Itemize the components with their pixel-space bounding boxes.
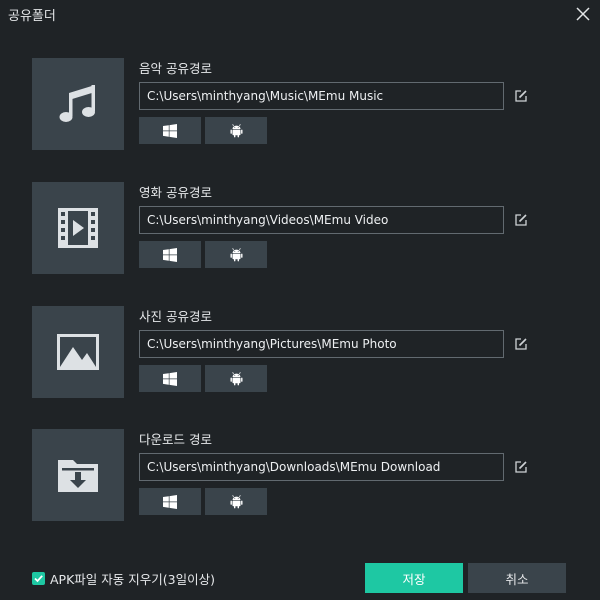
save-button[interactable]: 저장 [365, 563, 463, 593]
music-open-android-button[interactable] [205, 117, 267, 144]
android-icon [230, 123, 242, 137]
auto-delete-apk-label: APK파일 자동 지우기(3일이상) [50, 571, 215, 587]
auto-delete-apk-option[interactable]: APK파일 자동 지우기(3일이상) [32, 570, 215, 587]
close-icon[interactable] [574, 5, 592, 23]
download-open-windows-button[interactable] [139, 488, 201, 515]
photo-path-input[interactable] [139, 330, 504, 358]
video-open-android-button[interactable] [205, 241, 267, 268]
film-play-icon [58, 208, 98, 248]
android-icon [230, 371, 242, 385]
windows-icon [163, 371, 177, 386]
video-thumbnail [32, 182, 124, 274]
video-section-label: 영화 공유경로 [139, 185, 212, 200]
music-thumbnail [32, 58, 124, 150]
download-section-label: 다운로드 경로 [139, 432, 212, 447]
title-bar: 공유폴더 [0, 0, 600, 32]
cancel-button[interactable]: 취소 [468, 563, 566, 593]
music-note-icon [59, 85, 95, 122]
download-open-android-button[interactable] [205, 488, 267, 515]
music-edit-icon[interactable] [514, 88, 528, 102]
video-path-input[interactable] [139, 206, 504, 234]
checkmark-icon [34, 574, 43, 582]
photo-open-android-button[interactable] [205, 365, 267, 392]
landscape-image-icon [57, 334, 99, 370]
photo-open-windows-button[interactable] [139, 365, 201, 392]
photo-edit-icon[interactable] [514, 336, 528, 350]
download-thumbnail [32, 429, 124, 521]
android-icon [230, 247, 242, 261]
music-section-label: 음악 공유경로 [139, 61, 212, 76]
android-icon [230, 494, 242, 508]
music-open-windows-button[interactable] [139, 117, 201, 144]
photo-section-label: 사진 공유경로 [139, 309, 212, 324]
video-open-windows-button[interactable] [139, 241, 201, 268]
windows-icon [163, 494, 177, 509]
folder-download-icon [58, 460, 98, 492]
video-edit-icon[interactable] [514, 212, 528, 226]
download-path-input[interactable] [139, 453, 504, 481]
video-share-section: 영화 공유경로 [32, 182, 572, 274]
photo-share-section: 사진 공유경로 [32, 306, 572, 398]
music-path-input[interactable] [139, 82, 504, 110]
download-share-section: 다운로드 경로 [32, 429, 572, 521]
window-title: 공유폴더 [8, 9, 56, 24]
windows-icon [163, 247, 177, 262]
music-share-section: 음악 공유경로 [32, 58, 572, 150]
windows-icon [163, 123, 177, 138]
download-edit-icon[interactable] [514, 459, 528, 473]
auto-delete-apk-checkbox[interactable] [32, 571, 45, 585]
photo-thumbnail [32, 306, 124, 398]
